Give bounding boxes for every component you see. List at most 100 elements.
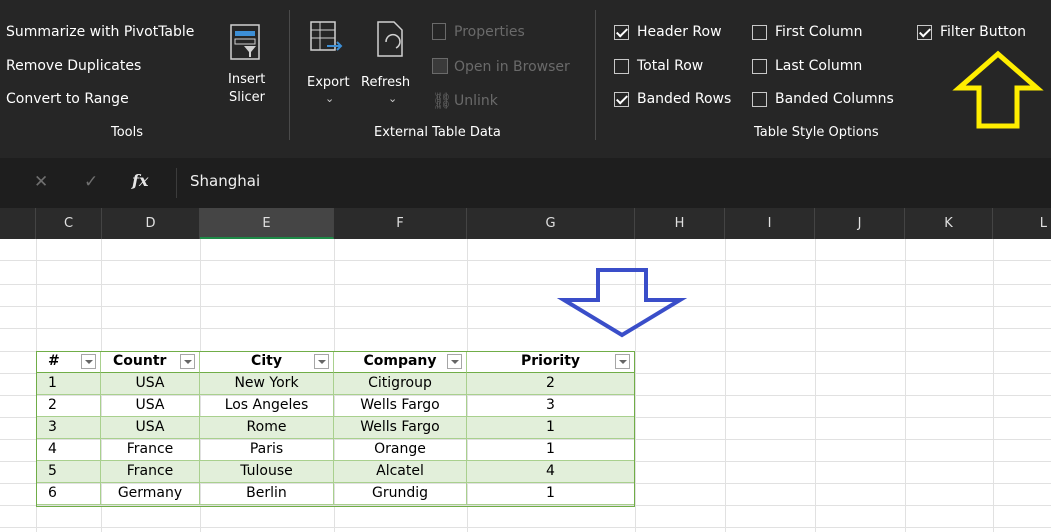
header-row-checkbox[interactable]: Header Row — [614, 22, 722, 42]
total-row-label: Total Row — [637, 58, 704, 74]
table-cell[interactable]: Paris — [200, 439, 334, 461]
banded-columns-checkbox[interactable]: Banded Columns — [752, 89, 894, 109]
formula-input[interactable]: Shanghai — [190, 172, 260, 190]
column-header[interactable]: K — [905, 208, 993, 239]
grid-line — [0, 505, 1051, 506]
table-cell[interactable]: 4 — [467, 461, 635, 483]
filter-button-checkbox[interactable]: Filter Button — [917, 22, 1026, 42]
remove-duplicates-button[interactable]: Remove Duplicates — [6, 58, 141, 74]
column-header[interactable]: D — [102, 208, 200, 239]
chevron-down-icon: ⌄ — [388, 92, 398, 105]
table-cell[interactable]: Wells Fargo — [334, 417, 467, 439]
table-cell[interactable]: 3 — [36, 417, 101, 439]
table-cell[interactable]: New York — [200, 373, 334, 395]
blue-down-arrow-annotation — [556, 268, 688, 338]
filter-dropdown-button[interactable] — [615, 354, 630, 369]
table-cell[interactable]: 1 — [467, 417, 635, 439]
grid-line — [0, 260, 1051, 261]
grid-line — [725, 239, 726, 532]
column-header[interactable]: J — [815, 208, 905, 239]
table-cell[interactable]: 6 — [36, 483, 101, 505]
export-icon — [310, 21, 343, 51]
table-cell[interactable]: 1 — [467, 483, 635, 505]
table-cell[interactable]: USA — [101, 417, 200, 439]
grid-line — [0, 328, 1051, 329]
column-header[interactable]: I — [725, 208, 815, 239]
table-cell[interactable]: Citigroup — [334, 373, 467, 395]
check-icon[interactable]: ✓ — [84, 172, 98, 192]
slicer-icon — [230, 24, 260, 60]
filter-dropdown-button[interactable] — [314, 354, 329, 369]
refresh-label: Refresh — [361, 75, 411, 90]
grid-line — [0, 527, 1051, 528]
ribbon-separator — [595, 10, 596, 140]
worksheet-grid[interactable]: # Countr City Company Priority 1 USA New York Ci… — [0, 239, 1051, 532]
table-cell[interactable]: France — [101, 461, 200, 483]
column-header[interactable]: H — [635, 208, 725, 239]
column-header[interactable]: G — [467, 208, 635, 239]
table-header-cell[interactable]: Priority — [467, 351, 635, 373]
table-cell[interactable]: France — [101, 439, 200, 461]
table-cell[interactable]: Rome — [200, 417, 334, 439]
table-cell[interactable]: Germany — [101, 483, 200, 505]
table-cell[interactable]: Los Angeles — [200, 395, 334, 417]
table-cell[interactable]: 1 — [36, 373, 101, 395]
first-column-checkbox[interactable]: First Column — [752, 22, 863, 42]
convert-to-range-button[interactable]: Convert to Range — [6, 91, 129, 107]
grid-line — [0, 306, 1051, 307]
column-header[interactable]: L — [993, 208, 1051, 239]
checkbox-checked-icon — [917, 24, 932, 40]
close-icon[interactable]: ✕ — [34, 172, 48, 192]
table-cell[interactable]: Wells Fargo — [334, 395, 467, 417]
column-header-selected[interactable]: E — [200, 208, 334, 239]
table-cell[interactable]: Berlin — [200, 483, 334, 505]
table-cell[interactable]: 4 — [36, 439, 101, 461]
grid-line — [905, 239, 906, 532]
table-header-cell[interactable]: Countr — [101, 351, 200, 373]
open-in-browser-label: Open in Browser — [454, 59, 570, 75]
grid-line — [815, 239, 816, 532]
filter-dropdown-button[interactable] — [447, 354, 462, 369]
checkbox-checked-icon — [614, 24, 629, 40]
table-header-label: Countr — [113, 353, 167, 369]
banded-rows-checkbox[interactable]: Banded Rows — [614, 89, 731, 109]
export-label: Export — [307, 75, 350, 90]
external-table-data-group-label: External Table Data — [374, 125, 501, 140]
table-cell[interactable]: 3 — [467, 395, 635, 417]
unlink-icon: ⛓ — [432, 91, 453, 110]
table-cell[interactable]: Alcatel — [334, 461, 467, 483]
last-column-checkbox[interactable]: Last Column — [752, 56, 862, 76]
filter-dropdown-button[interactable] — [180, 354, 195, 369]
insert-slicer-button[interactable]: Insert Slicer — [224, 20, 268, 120]
table-cell[interactable]: 2 — [36, 395, 101, 417]
table-cell[interactable]: 5 — [36, 461, 101, 483]
table-cell[interactable]: USA — [101, 373, 200, 395]
column-header[interactable]: F — [334, 208, 467, 239]
formula-bar: ✕ ✓ fx Shanghai — [0, 150, 1051, 208]
select-all-corner[interactable] — [0, 208, 36, 239]
table-cell[interactable]: 2 — [467, 373, 635, 395]
table-cell[interactable]: 1 — [467, 439, 635, 461]
table-cell[interactable]: USA — [101, 395, 200, 417]
header-row-label: Header Row — [637, 24, 722, 40]
banded-rows-label: Banded Rows — [637, 91, 732, 107]
summarize-pivottable-button[interactable]: Summarize with PivotTable — [6, 24, 194, 40]
filter-dropdown-button[interactable] — [81, 354, 96, 369]
insert-label: Insert — [228, 72, 266, 87]
table-header-cell[interactable]: Company — [334, 351, 467, 373]
ribbon: Summarize with PivotTable Remove Duplica… — [0, 0, 1051, 150]
total-row-checkbox[interactable]: Total Row — [614, 56, 703, 76]
refresh-button[interactable]: Refresh ⌄ — [361, 18, 420, 118]
export-button[interactable]: Export ⌄ — [304, 18, 354, 118]
table-cell[interactable]: Orange — [334, 439, 467, 461]
table-cell[interactable]: Grundig — [334, 483, 467, 505]
column-header[interactable]: C — [36, 208, 102, 239]
tools-group-label: Tools — [111, 125, 144, 140]
first-column-label: First Column — [775, 24, 863, 40]
table-header-cell[interactable]: City — [200, 351, 334, 373]
chevron-down-icon: ⌄ — [325, 92, 335, 105]
insert-function-icon[interactable]: fx — [132, 171, 148, 190]
table-cell[interactable]: Tulouse — [200, 461, 334, 483]
browser-icon — [432, 58, 448, 74]
table-header-cell[interactable]: # — [36, 351, 101, 373]
